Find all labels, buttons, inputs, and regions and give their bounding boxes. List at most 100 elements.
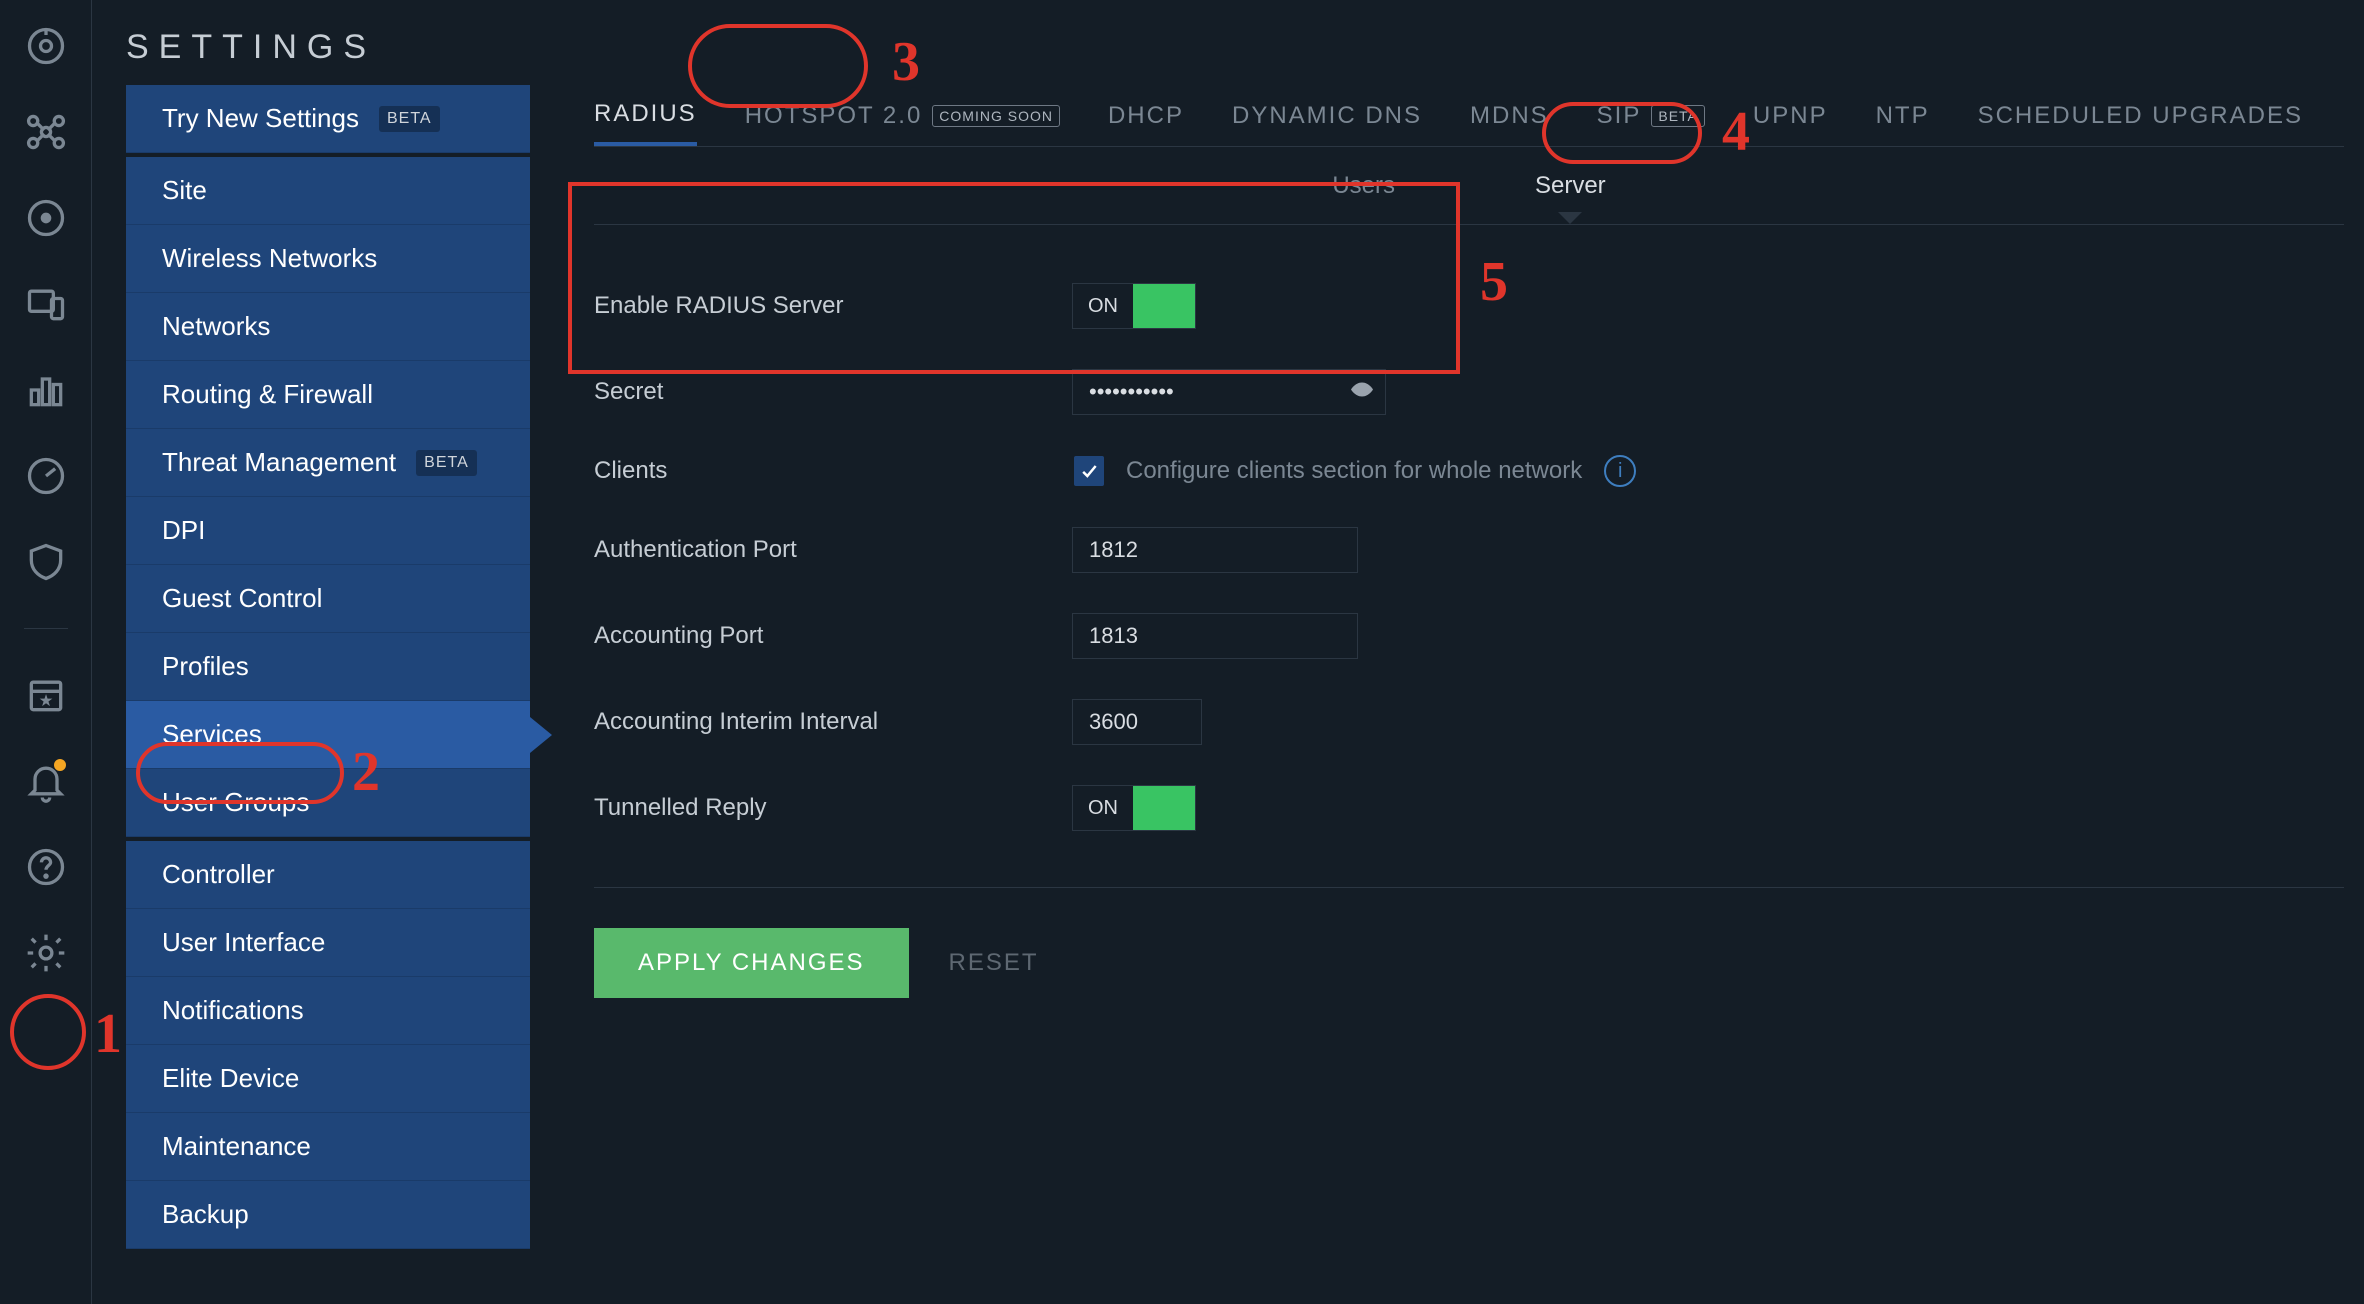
toggle-knob <box>1133 786 1195 830</box>
sidebar-item-networks[interactable]: Networks <box>126 293 530 361</box>
reveal-secret-icon[interactable] <box>1350 378 1374 407</box>
tab-dhcp[interactable]: DHCP <box>1108 85 1184 146</box>
reset-button[interactable]: RESET <box>949 949 1039 977</box>
acct-port-input[interactable] <box>1072 613 1358 659</box>
bell-icon[interactable] <box>22 757 70 805</box>
sidebar-item-label: Routing & Firewall <box>162 379 373 410</box>
calendar-icon[interactable]: ★ <box>22 671 70 719</box>
sidebar-item-notifications[interactable]: Notifications <box>126 977 530 1045</box>
interim-input[interactable] <box>1072 699 1202 745</box>
sidebar-item-label: DPI <box>162 515 205 546</box>
sidebar-item-site[interactable]: Site <box>126 157 530 225</box>
tab-ddns[interactable]: DYNAMIC DNS <box>1232 85 1422 146</box>
sidebar-item-dpi[interactable]: DPI <box>126 497 530 565</box>
tab-label: MDNS <box>1470 102 1549 130</box>
sidebar-item-user-groups[interactable]: User Groups <box>126 769 530 837</box>
sidebar-item-controller[interactable]: Controller <box>126 841 530 909</box>
sidebar-item-label: Guest Control <box>162 583 322 614</box>
row-secret: Secret <box>594 369 2344 415</box>
tab-label: NTP <box>1876 102 1930 130</box>
sidebar-item-routing[interactable]: Routing & Firewall <box>126 361 530 429</box>
auth-port-label: Authentication Port <box>594 536 1072 564</box>
configure-clients-checkbox[interactable] <box>1074 456 1104 486</box>
secret-label: Secret <box>594 378 1072 406</box>
auth-port-input[interactable] <box>1072 527 1358 573</box>
row-acct-port: Accounting Port <box>594 613 2344 659</box>
coming-soon-badge: COMING SOON <box>932 105 1060 127</box>
tab-upgrades[interactable]: SCHEDULED UPGRADES <box>1978 85 2303 146</box>
enable-radius-label: Enable RADIUS Server <box>594 292 1072 320</box>
tab-ntp[interactable]: NTP <box>1876 85 1930 146</box>
enable-radius-toggle[interactable]: ON <box>1072 283 1196 329</box>
beta-badge: BETA <box>1651 105 1705 127</box>
tab-upnp[interactable]: UPNP <box>1753 85 1828 146</box>
shield-icon[interactable] <box>22 538 70 586</box>
devices-icon[interactable] <box>22 280 70 328</box>
tab-label: RADIUS <box>594 100 697 128</box>
subtab-server[interactable]: Server <box>1535 172 1606 200</box>
sidebar-item-try-new[interactable]: Try New SettingsBETA <box>126 85 530 153</box>
svg-text:★: ★ <box>38 692 53 710</box>
rail-separator <box>24 628 68 629</box>
sidebar-item-guest[interactable]: Guest Control <box>126 565 530 633</box>
sidebar-item-label: Elite Device <box>162 1063 299 1094</box>
sidebar-item-backup[interactable]: Backup <box>126 1181 530 1249</box>
secret-input[interactable] <box>1072 369 1386 415</box>
tab-label: HOTSPOT 2.0 <box>745 102 923 130</box>
content-area: RADIUS HOTSPOT 2.0 COMING SOON DHCP DYNAM… <box>530 85 2364 998</box>
sidebar-item-label: Site <box>162 175 207 206</box>
sidebar-item-label: Networks <box>162 311 270 342</box>
sidebar-item-elite[interactable]: Elite Device <box>126 1045 530 1113</box>
tab-label: DHCP <box>1108 102 1184 130</box>
row-auth-port: Authentication Port <box>594 527 2344 573</box>
circle-icon[interactable] <box>22 194 70 242</box>
tab-label: UPNP <box>1753 102 1828 130</box>
sidebar-item-wireless[interactable]: Wireless Networks <box>126 225 530 293</box>
tunnel-label: Tunnelled Reply <box>594 794 1072 822</box>
gauge-icon[interactable] <box>22 452 70 500</box>
tab-hotspot[interactable]: HOTSPOT 2.0 COMING SOON <box>745 85 1060 146</box>
toggle-knob <box>1133 284 1195 328</box>
sidebar-item-label: Backup <box>162 1199 249 1230</box>
sidebar-item-maintenance[interactable]: Maintenance <box>126 1113 530 1181</box>
tab-label: SIP <box>1597 102 1642 130</box>
subtab-label: Users <box>1332 172 1395 199</box>
beta-badge: BETA <box>379 106 440 132</box>
tab-label: DYNAMIC DNS <box>1232 102 1422 130</box>
tunnel-reply-toggle[interactable]: ON <box>1072 785 1196 831</box>
tab-radius[interactable]: RADIUS <box>594 85 697 146</box>
sidebar-item-ui[interactable]: User Interface <box>126 909 530 977</box>
sidebar-item-profiles[interactable]: Profiles <box>126 633 530 701</box>
sidebar-item-label: Profiles <box>162 651 249 682</box>
sidebar-item-label: Notifications <box>162 995 304 1026</box>
acct-port-label: Accounting Port <box>594 622 1072 650</box>
tab-mdns[interactable]: MDNS <box>1470 85 1549 146</box>
sidebar-item-services[interactable]: Services <box>126 701 530 769</box>
sidebar-item-threat[interactable]: Threat ManagementBETA <box>126 429 530 497</box>
page-title: SETTINGS <box>126 28 2364 67</box>
apply-changes-button[interactable]: APPLY CHANGES <box>594 928 909 998</box>
sidebar-item-label: User Interface <box>162 927 325 958</box>
notification-badge <box>54 759 66 771</box>
subtab-label: Server <box>1535 172 1606 199</box>
toggle-state: ON <box>1073 295 1133 318</box>
sidebar-item-label: Maintenance <box>162 1131 311 1162</box>
help-icon[interactable] <box>22 843 70 891</box>
form-actions: APPLY CHANGES RESET <box>594 928 2344 998</box>
tab-sip[interactable]: SIP BETA <box>1597 85 1705 146</box>
row-clients: Clients Configure clients section for wh… <box>594 455 2344 487</box>
info-icon[interactable]: i <box>1604 455 1636 487</box>
radius-server-form: Enable RADIUS Server ON Secret C <box>594 225 2344 831</box>
sidebar-item-label: User Groups <box>162 787 309 818</box>
form-divider <box>594 887 2344 888</box>
dashboard-icon[interactable] <box>22 22 70 70</box>
topology-icon[interactable] <box>22 108 70 156</box>
subtab-users[interactable]: Users <box>1332 172 1395 200</box>
service-tabs: RADIUS HOTSPOT 2.0 COMING SOON DHCP DYNAM… <box>594 85 2344 147</box>
tab-label: SCHEDULED UPGRADES <box>1978 102 2303 130</box>
insights-icon[interactable] <box>22 366 70 414</box>
beta-badge: BETA <box>416 450 477 476</box>
gear-icon[interactable] <box>22 929 70 977</box>
configure-clients-label: Configure clients section for whole netw… <box>1126 457 1582 485</box>
settings-sidebar: Try New SettingsBETA Site Wireless Netwo… <box>126 85 530 1249</box>
